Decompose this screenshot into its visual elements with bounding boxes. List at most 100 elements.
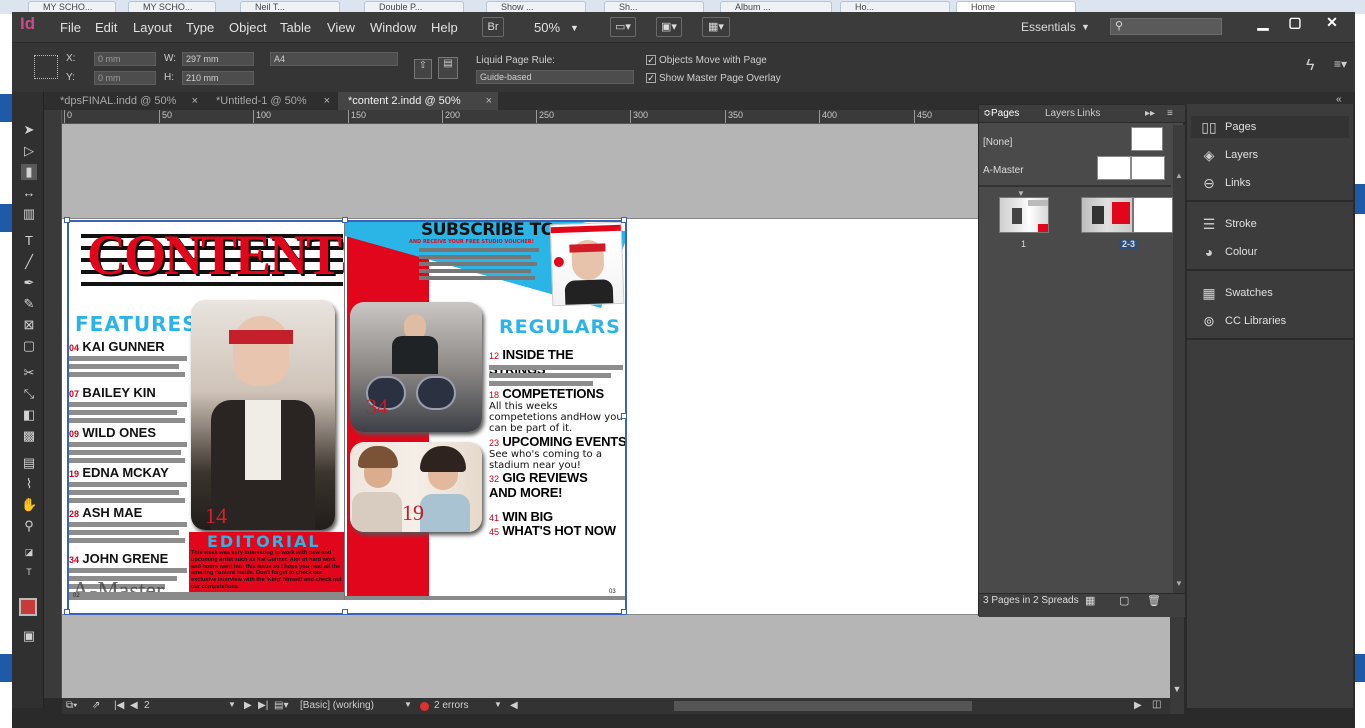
- menu-table[interactable]: Table: [280, 20, 311, 35]
- mini-cover-image[interactable]: [549, 221, 625, 307]
- gradient-feather-tool-icon[interactable]: ▩: [21, 428, 37, 444]
- girls-photo-image[interactable]: 19: [350, 442, 482, 532]
- height-field[interactable]: 210 mm: [182, 71, 254, 85]
- page-tool-options-icon[interactable]: ▤: [438, 57, 458, 79]
- scroll-down-icon[interactable]: ▼: [1171, 684, 1183, 696]
- editorial-box[interactable]: EDITORIAL This week was very interesting…: [189, 532, 344, 600]
- selection-handle[interactable]: [342, 217, 348, 223]
- a-master-thumbnail-right[interactable]: [1131, 156, 1165, 180]
- selection-tool-icon[interactable]: ➤: [21, 122, 37, 138]
- preflight-profile[interactable]: [Basic] (working): [300, 700, 374, 711]
- gradient-swatch-tool-icon[interactable]: ◧: [21, 407, 37, 423]
- page-size-select[interactable]: A4: [270, 52, 398, 66]
- regular-entry[interactable]: 23 UPCOMING EVENTS: [489, 434, 627, 449]
- regulars-title[interactable]: REGULARS: [499, 316, 621, 338]
- dock-pages[interactable]: ▯▯ Pages: [1191, 116, 1349, 138]
- scissors-tool-icon[interactable]: ✂: [21, 365, 37, 381]
- first-page-icon[interactable]: |◀: [114, 700, 124, 711]
- menu-object[interactable]: Object: [229, 20, 267, 35]
- page-tool-icon[interactable]: ▮: [21, 164, 37, 180]
- edit-page-size-icon[interactable]: ▦: [1085, 594, 1095, 607]
- new-page-icon[interactable]: ▢: [1119, 594, 1129, 607]
- search-input[interactable]: ⚲: [1110, 18, 1222, 35]
- regular-entry[interactable]: 18 COMPETETIONS: [489, 386, 604, 401]
- menu-file[interactable]: File: [60, 20, 81, 35]
- minimize-icon[interactable]: ▁: [1248, 14, 1278, 32]
- scroll-right-icon[interactable]: ▶: [1134, 700, 1142, 711]
- x-field[interactable]: 0 mm: [94, 52, 156, 66]
- direct-selection-tool-icon[interactable]: ▷: [21, 143, 37, 159]
- feature-entry[interactable]: 28 ASH MAE: [69, 505, 142, 520]
- menu-layout[interactable]: Layout: [133, 20, 172, 35]
- none-master-label[interactable]: [None]: [983, 137, 1012, 148]
- free-transform-tool-icon[interactable]: ⤡: [21, 386, 37, 402]
- menu-help[interactable]: Help: [431, 20, 458, 35]
- zoom-level[interactable]: 50%: [534, 20, 560, 35]
- a-master-thumbnail-left[interactable]: [1097, 156, 1131, 180]
- a-master-label[interactable]: A-Master: [983, 165, 1024, 176]
- lightning-icon[interactable]: ϟ: [1306, 57, 1314, 75]
- regular-entry[interactable]: 45 WHAT'S HOT NOW: [489, 523, 616, 538]
- doc-tab[interactable]: *dpsFINAL.indd @ 50% ×: [50, 92, 204, 110]
- page-2-thumbnail[interactable]: [1081, 197, 1133, 233]
- none-master-thumbnail[interactable]: [1131, 127, 1163, 151]
- previous-page-icon[interactable]: ◀: [130, 700, 138, 711]
- drummer-photo-image[interactable]: 34: [350, 302, 482, 432]
- liquid-page-rule-select[interactable]: Guide-based: [476, 70, 634, 84]
- chevron-down-icon[interactable]: ▼: [404, 700, 412, 709]
- menu-type[interactable]: Type: [186, 20, 214, 35]
- trash-icon[interactable]: 🗑: [1147, 594, 1161, 607]
- rectangle-frame-tool-icon[interactable]: ⊠: [21, 317, 37, 333]
- pencil-tool-icon[interactable]: ✎: [21, 296, 37, 312]
- feature-entry[interactable]: 07 BAILEY KIN: [69, 385, 156, 400]
- zoom-tool-icon[interactable]: ⚲: [21, 518, 37, 534]
- bridge-button[interactable]: Br: [482, 17, 504, 37]
- page-1-thumbnail[interactable]: [999, 197, 1049, 233]
- chevron-down-icon[interactable]: ▼: [494, 700, 502, 709]
- panel-tab-links[interactable]: Links: [1077, 108, 1100, 119]
- page-number-field[interactable]: 2: [144, 700, 232, 711]
- panel-tab-layers[interactable]: Layers: [1045, 108, 1075, 119]
- default-colors-icon[interactable]: ◪: [21, 544, 37, 560]
- panel-menu-icon[interactable]: ≡: [1167, 108, 1173, 119]
- regular-entry[interactable]: 32 GIG REVIEWS AND MORE!: [489, 471, 599, 500]
- menu-edit[interactable]: Edit: [95, 20, 117, 35]
- scroll-left-icon[interactable]: ◀: [510, 700, 518, 711]
- view-mode-icon[interactable]: ▣: [21, 628, 37, 644]
- note-tool-icon[interactable]: ▤: [21, 455, 37, 471]
- dock-links[interactable]: ⊖ Links: [1191, 172, 1349, 194]
- rectangle-tool-icon[interactable]: ▢: [21, 338, 37, 354]
- hand-tool-icon[interactable]: ✋: [21, 497, 37, 513]
- pen-tool-icon[interactable]: ✒: [21, 275, 37, 291]
- menu-window[interactable]: Window: [370, 20, 416, 35]
- regular-entry[interactable]: 41 WIN BIG: [489, 509, 553, 524]
- menu-view[interactable]: View: [327, 20, 355, 35]
- selection-handle[interactable]: [621, 217, 627, 223]
- preflight-icon[interactable]: ⧉▾: [66, 700, 77, 711]
- content-collector-icon[interactable]: ▥: [21, 206, 37, 222]
- selection-handle[interactable]: [64, 609, 70, 615]
- next-page-icon[interactable]: ▶: [244, 700, 252, 711]
- type-tool-icon[interactable]: T: [21, 233, 37, 249]
- dock-layers[interactable]: ◈ Layers: [1191, 144, 1349, 166]
- last-page-icon[interactable]: ▶|: [258, 700, 268, 711]
- page-options-icon[interactable]: ▤▾: [274, 700, 288, 711]
- open-in-bridge-icon[interactable]: ⇗: [92, 700, 100, 711]
- gap-tool-icon[interactable]: ↔: [21, 185, 37, 201]
- panel-tab-pages[interactable]: Pages: [991, 108, 1019, 119]
- feature-entry[interactable]: 34 JOHN GRENE: [69, 551, 168, 566]
- y-field[interactable]: 0 mm: [94, 71, 156, 85]
- features-title[interactable]: FEATURES: [75, 312, 198, 336]
- selection-handle[interactable]: [621, 413, 627, 419]
- close-icon[interactable]: ×: [486, 92, 492, 110]
- dock-colour[interactable]: ◕ Colour: [1191, 241, 1349, 263]
- chevron-down-icon[interactable]: ▼: [228, 700, 236, 709]
- edit-page-size-icon[interactable]: ⇧: [414, 59, 432, 79]
- feature-entry[interactable]: 04 KAI GUNNER: [69, 339, 165, 354]
- maximize-icon[interactable]: ▢: [1280, 14, 1310, 32]
- reference-point-icon[interactable]: [34, 55, 58, 79]
- selection-handle[interactable]: [342, 609, 348, 615]
- panel-scrollbar[interactable]: ▲ ▼: [1173, 125, 1185, 597]
- expand-panel-icon[interactable]: ▸▸: [1145, 108, 1155, 119]
- show-master-checkbox[interactable]: ✓: [646, 73, 656, 83]
